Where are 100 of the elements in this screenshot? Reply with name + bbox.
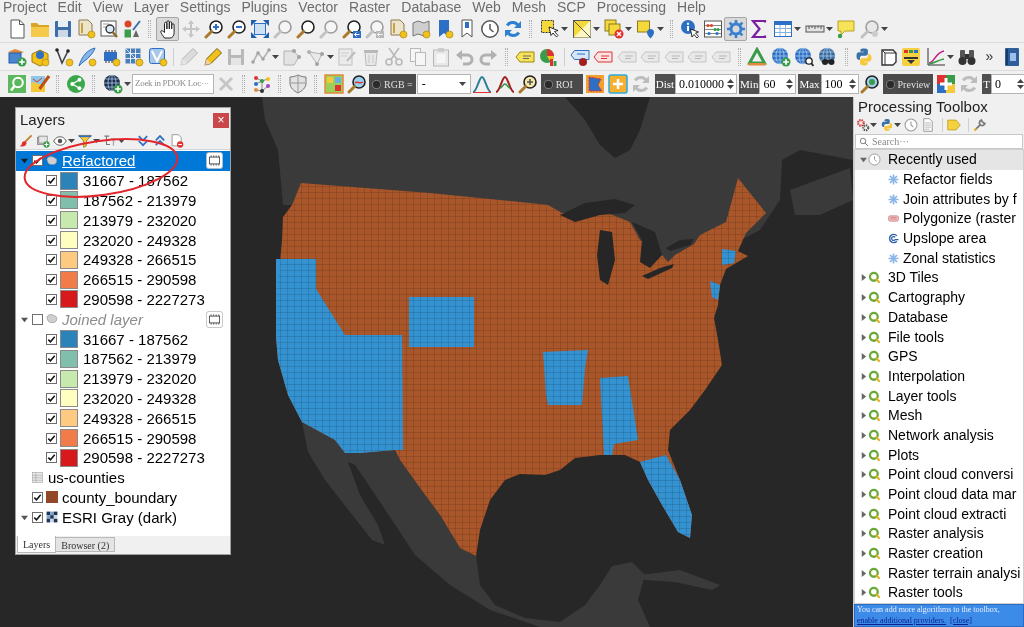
- search-field[interactable]: Search···: [855, 134, 1023, 149]
- caret-down-icon[interactable]: [859, 156, 867, 164]
- tree-item[interactable]: Plots: [888, 445, 920, 465]
- spin-arrows-icon[interactable]: [1017, 78, 1024, 90]
- caret-right-icon[interactable]: [859, 550, 867, 558]
- tool-button[interactable]: [19, 132, 33, 149]
- checkbox[interactable]: [32, 313, 43, 325]
- selected-row[interactable]: Recently used: [855, 150, 1023, 170]
- checkbox[interactable]: [32, 491, 43, 503]
- tree-item[interactable]: File tools: [888, 327, 945, 347]
- toggle-button[interactable]: Preview: [882, 74, 934, 94]
- chip-icon[interactable]: [206, 152, 223, 170]
- menu-item[interactable]: Web: [472, 0, 501, 15]
- caret-right-icon[interactable]: [859, 471, 867, 479]
- close-button[interactable]: ×: [213, 112, 229, 128]
- caret-right-icon[interactable]: [859, 589, 867, 597]
- caret-right-icon[interactable]: [859, 431, 867, 439]
- tree-item[interactable]: Zonal statistics: [903, 248, 996, 268]
- caret-right-icon[interactable]: [859, 313, 867, 321]
- caret-right-icon[interactable]: [859, 451, 867, 459]
- menu-item[interactable]: Raster: [349, 0, 391, 15]
- tree-item[interactable]: Network analysis: [888, 425, 994, 445]
- selected-row[interactable]: Refactored: [16, 151, 230, 171]
- tree-item[interactable]: Raster creation: [888, 544, 983, 564]
- menu-item[interactable]: Edit: [57, 0, 82, 15]
- caret-right-icon[interactable]: [859, 372, 867, 380]
- checkbox[interactable]: [46, 254, 57, 266]
- tree-item[interactable]: 3D Tiles: [888, 268, 939, 288]
- notice-link[interactable]: enable additional providers.: [857, 615, 947, 626]
- tool-button[interactable]: [856, 117, 877, 133]
- tree-item[interactable]: Raster tools: [888, 583, 963, 603]
- tool-button[interactable]: [170, 132, 184, 149]
- checkbox[interactable]: [46, 274, 57, 286]
- menu-item[interactable]: Database: [401, 0, 462, 15]
- checkbox[interactable]: [46, 214, 57, 226]
- menu-item[interactable]: Settings: [179, 0, 231, 15]
- caret-right-icon[interactable]: [859, 392, 867, 400]
- tree-item[interactable]: Cartography: [888, 288, 966, 308]
- menu-item[interactable]: Layer: [133, 0, 169, 15]
- caret-right-icon[interactable]: [859, 510, 867, 518]
- tree-item[interactable]: Point cloud conversi: [888, 465, 1014, 485]
- menu-item[interactable]: Project: [3, 0, 47, 15]
- checkbox[interactable]: [46, 412, 57, 424]
- checkbox[interactable]: [46, 333, 57, 345]
- tree-item[interactable]: Database: [888, 307, 948, 327]
- checkbox[interactable]: [46, 353, 57, 365]
- tree-item[interactable]: Join attributes by f: [903, 189, 1017, 209]
- tree-item[interactable]: Layer tools: [888, 386, 957, 406]
- caret-down-icon[interactable]: [21, 157, 28, 165]
- checkbox[interactable]: [46, 234, 57, 246]
- tree-item[interactable]: Raster analysis: [888, 524, 984, 544]
- tool-button[interactable]: [880, 117, 901, 133]
- layer-name[interactable]: Refactored: [62, 151, 136, 171]
- menu-item[interactable]: Vector: [298, 0, 339, 15]
- layer-name[interactable]: Joined layer: [62, 309, 143, 329]
- toggle-button[interactable]: RGB =: [369, 74, 416, 94]
- overflow-button[interactable]: »: [978, 44, 1001, 69]
- chip-icon[interactable]: [206, 310, 223, 328]
- spinbox-field[interactable]: 0: [991, 74, 1024, 94]
- tree-item[interactable]: Interpolation: [888, 366, 966, 386]
- spinbox-field[interactable]: 60: [759, 74, 797, 94]
- tree-item[interactable]: GPS: [888, 347, 918, 367]
- caret-right-icon[interactable]: [859, 530, 867, 538]
- caret-right-icon[interactable]: [859, 294, 867, 302]
- menu-item[interactable]: Processing: [596, 0, 667, 15]
- tool-button[interactable]: [153, 132, 167, 149]
- layer-name[interactable]: ESRI Gray (dark): [62, 507, 178, 527]
- checkbox[interactable]: [46, 175, 57, 187]
- tree-item[interactable]: Raster terrain analysi: [888, 563, 1021, 583]
- tool-button[interactable]: [78, 132, 100, 149]
- menu-item[interactable]: Help: [677, 0, 706, 15]
- tree-item[interactable]: Polygonize (raster: [903, 209, 1016, 229]
- checkbox[interactable]: [46, 373, 57, 385]
- caret-right-icon[interactable]: [859, 569, 867, 577]
- checkbox[interactable]: [32, 155, 43, 167]
- spin-arrows-icon[interactable]: [786, 78, 794, 90]
- checkbox[interactable]: [46, 432, 57, 444]
- toggle-button[interactable]: ROI: [540, 74, 583, 94]
- caret-right-icon[interactable]: [859, 353, 867, 361]
- menu-item[interactable]: Mesh: [511, 0, 546, 15]
- caret-down-icon[interactable]: [21, 513, 28, 521]
- caret-down-icon[interactable]: [21, 315, 28, 323]
- caret-right-icon[interactable]: [859, 412, 867, 420]
- checkbox[interactable]: [46, 195, 57, 206]
- menu-item[interactable]: View: [92, 0, 123, 15]
- tab[interactable]: Browser (2): [56, 537, 116, 552]
- tool-button[interactable]: [103, 132, 125, 149]
- tree-item[interactable]: Point cloud extracti: [888, 504, 1007, 524]
- checkbox[interactable]: [46, 452, 57, 464]
- spin-arrows-icon[interactable]: [848, 78, 856, 90]
- caret-right-icon[interactable]: [859, 274, 867, 282]
- combo-box[interactable]: -: [416, 74, 471, 94]
- checkbox[interactable]: [32, 511, 43, 523]
- caret-right-icon[interactable]: [859, 491, 867, 499]
- layer-name[interactable]: us-counties: [48, 468, 125, 488]
- checkbox[interactable]: [46, 293, 57, 305]
- layer-name[interactable]: county_boundary: [62, 487, 178, 507]
- menu-item[interactable]: SCP: [557, 0, 586, 15]
- spin-arrows-icon[interactable]: [727, 78, 735, 90]
- spinbox-field[interactable]: 100: [820, 74, 859, 94]
